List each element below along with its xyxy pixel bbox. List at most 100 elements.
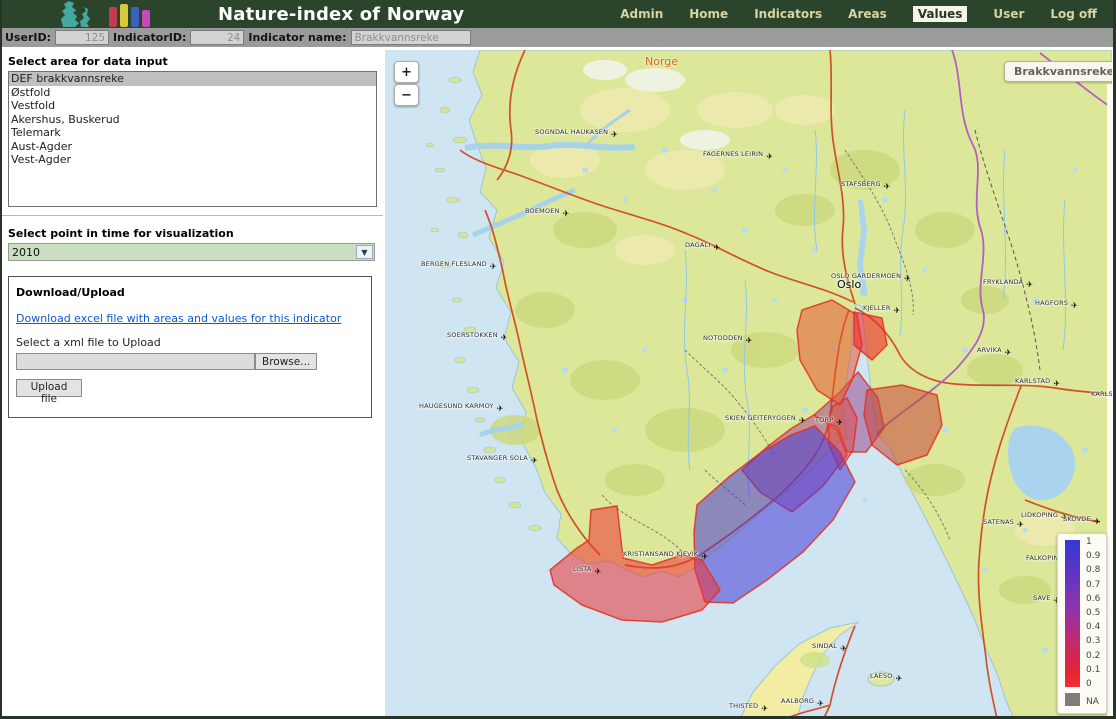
airport-icon: ✈	[817, 699, 824, 708]
airport-label: FRYKLANDA	[983, 278, 1023, 286]
airport-icon: ✈	[713, 243, 720, 252]
airport-icon: ✈	[761, 704, 768, 713]
nav-item-indicators[interactable]: Indicators	[754, 7, 822, 21]
airport-icon: ✈	[840, 644, 847, 653]
airport-marker: STAFSBERG ✈	[841, 180, 891, 189]
airport-icon: ✈	[1053, 379, 1060, 388]
legend-value-label: 0.8	[1086, 566, 1100, 575]
indicator-map-label: Brakkvannsreke	[1004, 61, 1112, 82]
time-select-label: Select point in time for visualization	[8, 227, 383, 240]
airport-marker: SOGNDAL HAUKASEN ✈	[535, 128, 618, 137]
airport-label: HAUGESUND KARMOY	[419, 402, 494, 410]
time-select[interactable]: 2010 ▼	[8, 243, 375, 261]
app-logo	[57, 1, 162, 27]
airport-icon: ✈	[701, 552, 708, 561]
airport-icon: ✈	[746, 336, 753, 345]
legend-bar	[1065, 540, 1080, 709]
airport-label: NOTODDEN	[703, 334, 743, 342]
indicator-id-field[interactable]	[190, 30, 244, 45]
sidebar-divider	[2, 215, 383, 216]
main-nav: Admin Home Indicators Areas Values User Log of…	[620, 6, 1113, 22]
nav-item-user[interactable]: User	[993, 7, 1024, 21]
airport-marker: KARLSTAD ✈	[1015, 377, 1060, 386]
airport-label: TORP	[815, 416, 833, 424]
nav-item-areas[interactable]: Areas	[848, 7, 887, 21]
zoom-in-button[interactable]: +	[394, 61, 419, 83]
sidebar: Select area for data input DEF brakkvann…	[2, 47, 383, 716]
airport-icon: ✈	[490, 262, 497, 271]
user-id-field[interactable]	[55, 30, 109, 45]
airport-label: SOERSTOKKEN	[447, 331, 498, 339]
map-canvas[interactable]: + − Brakkvannsreke Norge Oslo SOGNDAL HA…	[385, 50, 1112, 719]
airport-label: STAFSBERG	[841, 180, 881, 188]
app-header: Nature-index of Norway AdminHomeIndicato…	[2, 0, 1113, 28]
legend-na-label: NA	[1086, 697, 1100, 707]
legend-value-label: 0.9	[1086, 552, 1100, 561]
airport-icon: ✈	[501, 333, 508, 342]
map-tile-edge	[1107, 84, 1112, 719]
airport-marker: LIDKOPING ✈	[1021, 511, 1068, 520]
airport-icon: ✈	[836, 418, 843, 427]
airport-marker: FRYKLANDA ✈	[983, 278, 1033, 287]
legend-value-label: 0.4	[1086, 623, 1100, 632]
download-excel-link[interactable]: Download excel file with areas and value…	[16, 312, 341, 325]
indicator-name-field[interactable]	[351, 30, 471, 45]
airport-marker: KJELLER ✈	[863, 304, 900, 313]
chevron-down-icon[interactable]: ▼	[356, 245, 373, 259]
airport-marker: TORP ✈	[815, 416, 843, 425]
area-list-item[interactable]: Vest-Agder	[9, 153, 376, 167]
airport-label: KARLS	[1091, 390, 1112, 398]
airport-marker: HAGFORS ✈	[1035, 299, 1078, 308]
file-path-field[interactable]	[16, 353, 255, 370]
upload-file-button[interactable]: Upload file	[16, 379, 82, 397]
airport-marker: AALBORG ✈	[781, 697, 824, 706]
nav-item-home[interactable]: Home	[689, 7, 728, 21]
airport-marker: SINDAL ✈	[812, 642, 847, 651]
airport-label: SKIEN GEITERYGGEN	[725, 414, 796, 422]
area-list-item[interactable]: Vestfold	[9, 99, 376, 113]
area-list-item[interactable]: DEF brakkvannsreke	[9, 72, 376, 86]
country-label: Norge	[645, 55, 678, 68]
airport-icon: ✈	[904, 274, 911, 283]
airport-label: AALBORG	[781, 697, 814, 705]
browse-button[interactable]: Browse...	[255, 353, 317, 370]
nav-item-admin[interactable]: Admin	[620, 7, 663, 21]
area-listbox[interactable]: DEF brakkvannsrekeØstfoldVestfoldAkershu…	[8, 71, 377, 207]
airport-label: ARVIKA	[977, 346, 1002, 354]
indicator-name-label: Indicator name:	[248, 31, 346, 44]
legend-value-label: 0.5	[1086, 609, 1100, 618]
airport-icon: ✈	[884, 182, 891, 191]
nav-item-values[interactable]: Values	[913, 6, 968, 22]
indicator-id-bar: UserID: IndicatorID: Indicator name:	[2, 28, 1113, 47]
legend-na-swatch	[1065, 693, 1080, 706]
airport-marker: BOEMOEN ✈	[525, 207, 570, 216]
app-window: Nature-index of Norway AdminHomeIndicato…	[0, 0, 1116, 719]
airport-marker: SATENAS ✈	[983, 518, 1024, 527]
time-select-value: 2010	[12, 246, 40, 259]
legend-labels: 10.90.80.70.60.50.40.30.20.10 NA	[1086, 540, 1100, 709]
airport-icon: ✈	[1071, 301, 1078, 310]
legend-value-label: 0.2	[1086, 652, 1100, 661]
airport-label: SOGNDAL HAUKASEN	[535, 128, 608, 136]
area-list-item[interactable]: Østfold	[9, 86, 376, 100]
airport-label: THISTED	[729, 702, 758, 710]
airport-marker: KRISTIANSAND KJEVIK ✈	[623, 550, 708, 559]
legend-value-label: 0.3	[1086, 637, 1100, 646]
airport-label: STAVANGER SOLA	[467, 454, 528, 462]
airport-label: KJELLER	[863, 304, 891, 312]
area-list-item[interactable]: Telemark	[9, 126, 376, 140]
airport-icon: ✈	[1017, 520, 1024, 529]
legend-value-label: 0.6	[1086, 595, 1100, 604]
download-upload-panel: Download/Upload Download excel file with…	[8, 276, 372, 418]
airport-label: LIDKOPING	[1021, 511, 1058, 519]
airport-marker: FAGERNES LEIRIN ✈	[703, 150, 773, 159]
zoom-out-button[interactable]: −	[394, 84, 419, 106]
area-list-item[interactable]: Akershus, Buskerud	[9, 113, 376, 127]
airport-icon: ✈	[896, 674, 903, 683]
airport-label: LISTA	[573, 565, 592, 573]
airport-label: FAGERNES LEIRIN	[703, 150, 763, 158]
airport-label: SINDAL	[812, 642, 837, 650]
area-list-item[interactable]: Aust-Agder	[9, 140, 376, 154]
airport-marker: NOTODDEN ✈	[703, 334, 753, 343]
nav-item-log-off[interactable]: Log off	[1050, 7, 1097, 21]
